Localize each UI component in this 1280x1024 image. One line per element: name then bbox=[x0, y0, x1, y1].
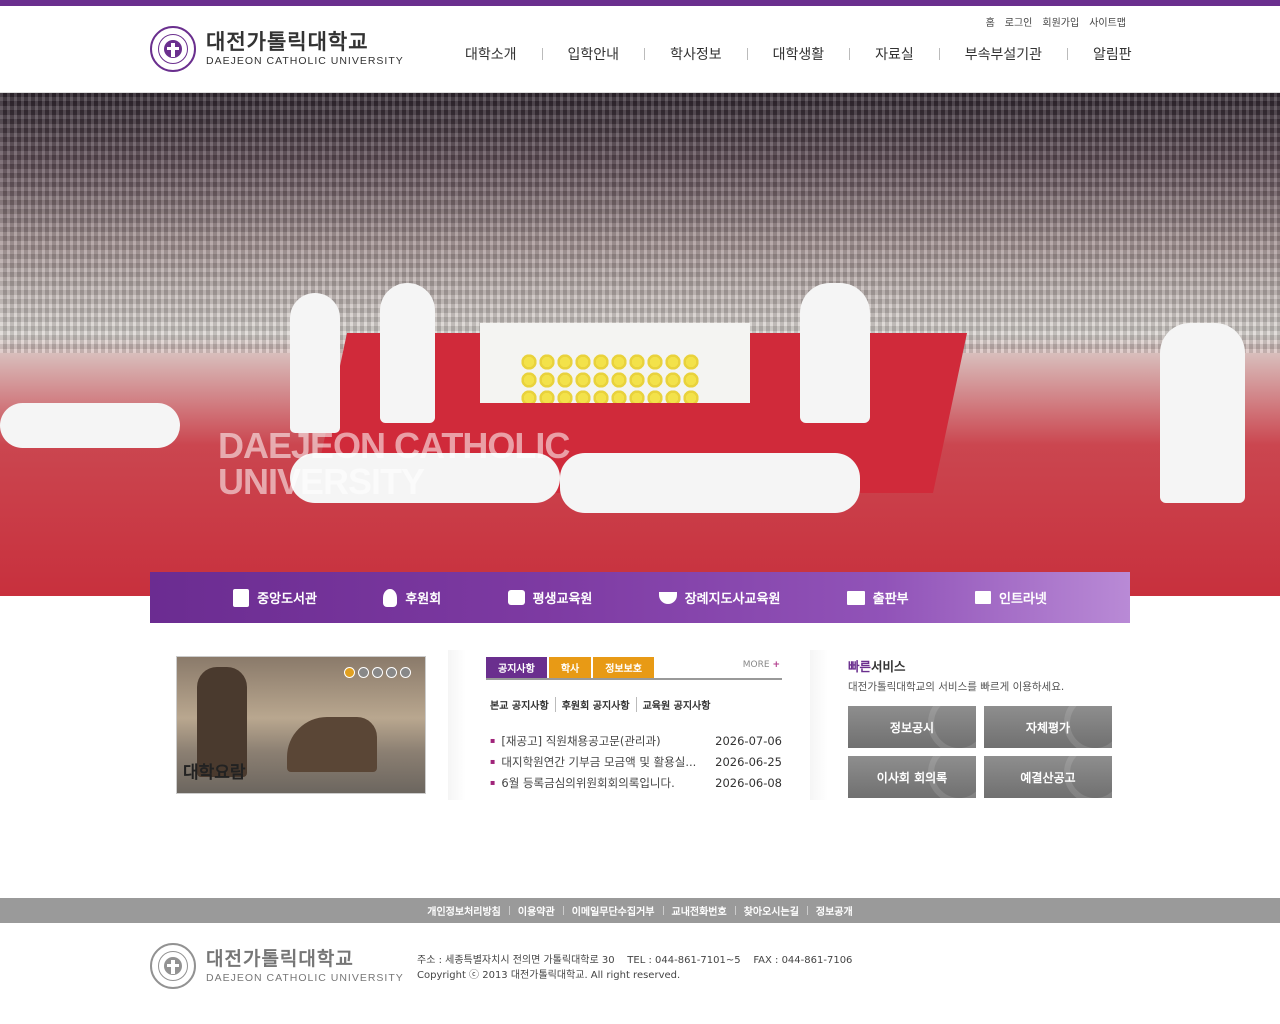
util-signup-link[interactable]: 회원가입 bbox=[1042, 14, 1079, 29]
notice-date: 2026-07-06 bbox=[715, 733, 782, 748]
quick-supporters[interactable]: 후원회 bbox=[383, 588, 441, 607]
hero-flowers bbox=[520, 353, 700, 403]
notice-item[interactable]: 6월 등록금심의위원회회의록입니다. 2026-06-08 bbox=[486, 772, 782, 793]
bag-icon bbox=[507, 590, 525, 605]
catalog-label: 대학요람 bbox=[183, 763, 246, 783]
quick-service-description: 대전가톨릭대학교의 서비스를 빠르게 이용하세요. bbox=[848, 681, 1065, 693]
info-disclosure-button[interactable]: 정보공시 bbox=[848, 706, 976, 748]
hero-prostrate-figure bbox=[0, 403, 180, 448]
hero-banner-image: DAEJEON CATHOLIC UNIVERSITY bbox=[0, 93, 1280, 596]
hero-prostrate-figure bbox=[560, 453, 860, 513]
slide-dot[interactable] bbox=[358, 667, 369, 678]
notice-tabs: 공지사항 학사 정보보호 MORE + bbox=[486, 656, 782, 680]
hero-figure bbox=[800, 283, 870, 423]
main-navigation: 대학소개 입학안내 학사정보 대학생활 자료실 부속부설기관 알림판 bbox=[440, 44, 1157, 64]
util-home-link[interactable]: 홈 bbox=[986, 14, 995, 29]
site-logo[interactable]: 대전가톨릭대학교 DAEJEON CATHOLIC UNIVERSITY bbox=[150, 24, 410, 74]
hero-figure bbox=[290, 293, 340, 433]
slide-dot[interactable] bbox=[344, 667, 355, 678]
column-divider bbox=[810, 650, 828, 800]
slide-dot[interactable] bbox=[400, 667, 411, 678]
hero-figure bbox=[1160, 323, 1245, 503]
nav-archive[interactable]: 자료실 bbox=[850, 44, 939, 64]
dove-icon bbox=[658, 591, 677, 604]
quick-service-title: 빠른서비스 bbox=[848, 659, 906, 674]
university-seal-icon bbox=[150, 26, 196, 72]
footer-logo-korean-name: 대전가톨릭대학교 bbox=[206, 948, 354, 970]
notice-title: [재공고] 직원채용공고문(관리과) bbox=[490, 733, 660, 749]
quick-library[interactable]: 중앙도서관 bbox=[233, 588, 317, 607]
nav-board[interactable]: 알림판 bbox=[1068, 44, 1157, 64]
slide-indicators bbox=[344, 667, 411, 678]
university-seal-icon bbox=[150, 943, 196, 989]
notice-board: 공지사항 학사 정보보호 MORE + 본교 공지사항 후원회 공지사항 교육원… bbox=[486, 656, 782, 793]
notice-date: 2026-06-25 bbox=[715, 754, 782, 769]
nav-admission[interactable]: 입학안내 bbox=[543, 44, 645, 64]
open-book-icon bbox=[846, 590, 865, 605]
hero-caption: DAEJEON CATHOLIC UNIVERSITY bbox=[218, 425, 570, 502]
utility-menu: 홈 로그인 회원가입 사이트맵 bbox=[986, 14, 1126, 29]
hero-crowd bbox=[0, 93, 1280, 353]
logo-korean-name: 대전가톨릭대학교 bbox=[206, 30, 369, 54]
more-link[interactable]: MORE + bbox=[743, 660, 780, 670]
nav-academics[interactable]: 학사정보 bbox=[645, 44, 747, 64]
nav-campus-life[interactable]: 대학생활 bbox=[748, 44, 850, 64]
quick-funeral-director-institute[interactable]: 장례지도사교육원 bbox=[658, 588, 780, 607]
footer-copyright: Copyright ⓒ 2013 대전가톨릭대학교. All right res… bbox=[417, 970, 681, 981]
person-icon bbox=[383, 588, 398, 607]
quick-service: 빠른서비스 대전가톨릭대학교의 서비스를 빠르게 이용하세요. 정보공시 자체평… bbox=[848, 656, 1112, 798]
board-minutes-button[interactable]: 이사회 회의록 bbox=[848, 756, 976, 798]
subtab-main-notices[interactable]: 본교 공지사항 bbox=[486, 697, 556, 712]
footer-links: 개인정보처리방침 이용약관 이메일무단수집거부 교내전화번호 찾아오시는길 정보… bbox=[0, 898, 1280, 923]
footer-address: 주소 : 세종특별자치시 전의면 가톨릭대학로 30 TEL : 044-861… bbox=[417, 955, 853, 966]
footer-phone-directory-link[interactable]: 교내전화번호 bbox=[664, 903, 735, 918]
notice-date: 2026-06-08 bbox=[715, 775, 782, 790]
quick-service-buttons: 정보공시 자체평가 이사회 회의록 예결산공고 bbox=[848, 706, 1112, 798]
tab-notices[interactable]: 공지사항 bbox=[486, 657, 547, 678]
slide-dot[interactable] bbox=[372, 667, 383, 678]
util-login-link[interactable]: 로그인 bbox=[1005, 14, 1033, 29]
plus-icon: + bbox=[772, 660, 780, 670]
footer-logo: 대전가톨릭대학교 DAEJEON CATHOLIC UNIVERSITY bbox=[150, 943, 404, 989]
site-header: 대전가톨릭대학교 DAEJEON CATHOLIC UNIVERSITY 홈 로… bbox=[0, 6, 1280, 93]
statue-figure bbox=[287, 717, 377, 772]
hero-figure bbox=[380, 283, 435, 423]
footer-terms-link[interactable]: 이용약관 bbox=[510, 903, 563, 918]
util-sitemap-link[interactable]: 사이트맵 bbox=[1089, 14, 1126, 29]
footer-email-refusal-link[interactable]: 이메일무단수집거부 bbox=[564, 903, 663, 918]
nav-about[interactable]: 대학소개 bbox=[440, 44, 542, 64]
computer-icon bbox=[974, 591, 991, 604]
tab-security[interactable]: 정보보호 bbox=[593, 657, 655, 678]
notice-item[interactable]: 대지학원연간 기부금 모금액 및 활용실... 2026-06-25 bbox=[486, 751, 782, 772]
notice-title: 6월 등록금심의위원회회의록입니다. bbox=[490, 775, 674, 791]
notice-list: [재공고] 직원채용공고문(관리과) 2026-07-06 대지학원연간 기부금… bbox=[486, 730, 782, 793]
nav-affiliates[interactable]: 부속부설기관 bbox=[940, 44, 1067, 64]
university-catalog-banner[interactable]: 대학요람 bbox=[176, 656, 426, 794]
quick-intranet[interactable]: 인트라넷 bbox=[974, 588, 1047, 607]
quick-publishing[interactable]: 출판부 bbox=[846, 588, 909, 607]
book-icon bbox=[233, 588, 250, 607]
subtab-education-notices[interactable]: 교육원 공지사항 bbox=[637, 697, 717, 712]
self-evaluation-button[interactable]: 자체평가 bbox=[984, 706, 1112, 748]
notice-title: 대지학원연간 기부금 모금액 및 활용실... bbox=[490, 754, 696, 770]
footer-public-info-link[interactable]: 정보공개 bbox=[808, 903, 861, 918]
site-footer: 대전가톨릭대학교 DAEJEON CATHOLIC UNIVERSITY 주소 … bbox=[0, 923, 1280, 1024]
quick-link-bar: 중앙도서관 후원회 평생교육원 장례지도사교육원 출판부 인트라넷 bbox=[150, 572, 1130, 623]
budget-notice-button[interactable]: 예결산공고 bbox=[984, 756, 1112, 798]
slide-dot[interactable] bbox=[386, 667, 397, 678]
footer-privacy-link[interactable]: 개인정보처리방침 bbox=[419, 903, 509, 918]
column-divider bbox=[448, 650, 466, 800]
footer-directions-link[interactable]: 찾아오시는길 bbox=[736, 903, 807, 918]
footer-logo-english-name: DAEJEON CATHOLIC UNIVERSITY bbox=[206, 972, 404, 984]
quick-lifelong-education[interactable]: 평생교육원 bbox=[507, 588, 592, 607]
subtab-supporters-notices[interactable]: 후원회 공지사항 bbox=[556, 697, 637, 712]
notice-subtabs: 본교 공지사항 후원회 공지사항 교육원 공지사항 bbox=[486, 697, 782, 712]
tab-academic[interactable]: 학사 bbox=[548, 657, 592, 678]
notice-item[interactable]: [재공고] 직원채용공고문(관리과) 2026-07-06 bbox=[486, 730, 782, 751]
logo-english-name: DAEJEON CATHOLIC UNIVERSITY bbox=[206, 55, 404, 67]
footer-contact-info: 주소 : 세종특별자치시 전의면 가톨릭대학로 30 TEL : 044-861… bbox=[417, 953, 852, 983]
